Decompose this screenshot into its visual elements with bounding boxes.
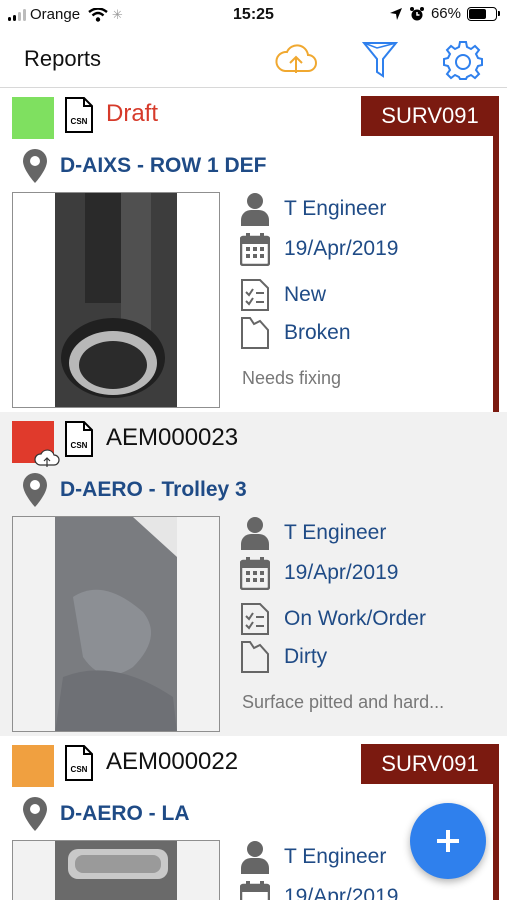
report-reference: AEM000022 bbox=[106, 748, 239, 775]
checklist-icon bbox=[241, 603, 269, 635]
date-row: 19/Apr/2019 bbox=[240, 880, 398, 900]
report-state: On Work/Order bbox=[284, 607, 426, 630]
report-reference: AEM000023 bbox=[106, 424, 239, 451]
calendar-icon bbox=[240, 881, 270, 900]
state-row: On Work/Order bbox=[240, 602, 426, 636]
add-report-button[interactable] bbox=[410, 803, 486, 879]
settings-button[interactable] bbox=[439, 36, 487, 84]
map-pin-icon bbox=[23, 149, 47, 183]
report-card[interactable]: CSN AEM000023 D-AERO - Trolley 3 T Engin… bbox=[0, 412, 507, 736]
report-photo[interactable] bbox=[12, 840, 220, 900]
survey-tag-rail bbox=[493, 136, 499, 412]
report-note: Surface pitted and hard... bbox=[242, 692, 445, 712]
report-note: Needs fixing bbox=[242, 368, 342, 388]
report-state: New bbox=[284, 283, 327, 306]
status-indicator bbox=[12, 97, 54, 139]
alarm-icon bbox=[409, 6, 424, 20]
plus-icon bbox=[437, 830, 459, 852]
date-row: 19/Apr/2019 bbox=[240, 556, 398, 590]
report-reference: Draft bbox=[106, 100, 159, 127]
report-date: 19/Apr/2019 bbox=[284, 237, 399, 260]
status-indicator bbox=[12, 745, 54, 787]
location-text: D-AIXS - ROW 1 DEF bbox=[60, 154, 267, 177]
photo-wheel bbox=[13, 193, 219, 407]
settings-gear-icon bbox=[443, 41, 483, 80]
filter-button[interactable] bbox=[356, 36, 404, 84]
report-photo[interactable] bbox=[12, 516, 220, 732]
survey-tag: SURV091 bbox=[361, 96, 499, 136]
upload-button[interactable] bbox=[272, 36, 320, 84]
location-row: D-AIXS - ROW 1 DEF bbox=[22, 148, 267, 184]
calendar-icon bbox=[240, 557, 270, 590]
engineer-name: T Engineer bbox=[284, 845, 387, 868]
csn-label: CSN bbox=[71, 117, 88, 126]
cloud-upload-pending-icon bbox=[34, 449, 60, 467]
broken-page-icon bbox=[241, 641, 269, 673]
page-title: Reports bbox=[24, 46, 102, 71]
date-row: 19/Apr/2019 bbox=[240, 232, 398, 266]
survey-tag: SURV091 bbox=[361, 744, 499, 784]
battery-icon bbox=[467, 6, 500, 21]
person-icon bbox=[241, 841, 269, 874]
report-date: 19/Apr/2019 bbox=[284, 561, 399, 584]
csn-document-icon: CSN bbox=[65, 97, 93, 133]
csn-label: CSN bbox=[71, 441, 88, 450]
engineer-row: T Engineer bbox=[240, 840, 386, 874]
location-text: D-AERO - Trolley 3 bbox=[60, 478, 247, 501]
engineer-name: T Engineer bbox=[284, 521, 387, 544]
report-card[interactable]: CSN Draft SURV091 D-AIXS - ROW 1 DEF T E… bbox=[0, 88, 507, 412]
engineer-row: T Engineer bbox=[240, 192, 386, 226]
status-indicator bbox=[12, 421, 60, 467]
report-condition: Broken bbox=[284, 321, 351, 344]
condition-row: Dirty bbox=[240, 640, 327, 674]
battery-percent: 66% bbox=[430, 5, 461, 22]
report-condition: Dirty bbox=[284, 645, 328, 668]
engineer-name: T Engineer bbox=[284, 197, 387, 220]
map-pin-icon bbox=[23, 797, 47, 831]
person-icon bbox=[241, 193, 269, 226]
condition-row: Broken bbox=[240, 316, 351, 350]
engineer-row: T Engineer bbox=[240, 516, 386, 550]
report-date: 19/Apr/2019 bbox=[284, 885, 399, 900]
location-row: D-AERO - Trolley 3 bbox=[22, 472, 247, 508]
photo-surface bbox=[13, 517, 219, 731]
map-pin-icon bbox=[23, 473, 47, 507]
csn-document-icon: CSN bbox=[65, 421, 93, 457]
broken-page-icon bbox=[241, 317, 269, 349]
location-row: D-AERO - LA bbox=[22, 796, 190, 832]
calendar-icon bbox=[240, 233, 270, 266]
filter-icon bbox=[362, 42, 398, 78]
photo-handle bbox=[13, 841, 219, 900]
survey-tag-rail bbox=[493, 784, 499, 900]
location-arrow-icon bbox=[389, 7, 402, 20]
state-row: New bbox=[240, 278, 326, 312]
app-header: Reports bbox=[0, 32, 507, 88]
csn-document-icon: CSN bbox=[65, 745, 93, 781]
location-text: D-AERO - LA bbox=[60, 802, 190, 825]
cloud-upload-icon bbox=[275, 44, 317, 73]
report-photo[interactable] bbox=[12, 192, 220, 408]
checklist-icon bbox=[241, 279, 269, 311]
person-icon bbox=[241, 517, 269, 550]
csn-label: CSN bbox=[71, 765, 88, 774]
status-bar: Orange ✳ 15:25 66% bbox=[0, 0, 507, 32]
